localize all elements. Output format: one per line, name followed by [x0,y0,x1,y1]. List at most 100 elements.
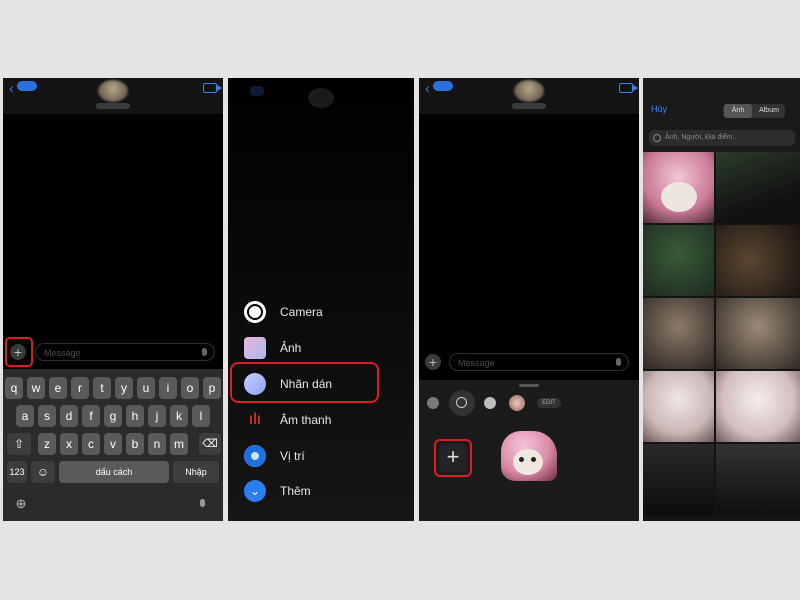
key-n[interactable]: n [148,433,166,455]
more-icon: ⌄ [244,480,266,502]
menu-label-photos: Ảnh [280,341,302,355]
back-button[interactable]: ‹ [425,81,430,95]
globe-icon[interactable]: ⊕ [13,493,29,515]
keyboard: qwertyuiop asdfghjkl zxcvbnm ⇧ ⌫ 123 ☺ d… [3,369,223,521]
photos-albums-segmented-control: Ảnh Album [723,104,785,118]
sticker-drawer: EDIT + [419,380,639,521]
mic-icon[interactable] [616,358,621,366]
plus-button[interactable]: + [425,354,441,370]
photo-search-input[interactable]: Ảnh, Người, Địa điểm... [649,130,795,146]
key-q[interactable]: q [5,377,23,399]
keyboard-row-1: qwertyuiop [3,377,223,399]
emoji-icon[interactable] [484,397,496,409]
photo-thumbnail[interactable] [643,298,714,369]
menu-item-location[interactable]: Vị trí [244,444,305,468]
key-r[interactable]: r [71,377,89,399]
menu-label-location: Vị trí [280,449,305,463]
menu-label-camera: Camera [280,305,323,319]
key-z[interactable]: z [38,433,56,455]
unread-badge [17,81,37,91]
key-t[interactable]: t [93,377,111,399]
recents-icon[interactable] [427,397,439,409]
photo-thumbnail[interactable] [643,444,714,515]
camera-icon [244,301,266,323]
keyboard-row-3: zxcvbnm [3,433,223,455]
key-x[interactable]: x [60,433,78,455]
key-p[interactable]: p [203,377,221,399]
dictation-icon[interactable] [200,499,205,507]
key-o[interactable]: o [181,377,199,399]
video-call-icon[interactable] [203,83,222,93]
key-y[interactable]: y [115,377,133,399]
sticker-thumbnail-icon[interactable] [509,395,525,411]
segment-photos[interactable]: Ảnh [724,104,752,118]
photo-thumbnail[interactable] [716,444,800,515]
audio-icon: ılı [248,411,262,428]
key-c[interactable]: c [82,433,100,455]
menu-label-more: Thêm [280,484,311,498]
photo-thumbnail[interactable] [716,225,800,296]
key-m[interactable]: m [170,433,188,455]
key-b[interactable]: b [126,433,144,455]
mic-icon[interactable] [202,348,207,356]
conversation-header: ‹ [419,78,639,114]
photo-thumbnail[interactable] [643,152,714,223]
key-a[interactable]: a [16,405,34,427]
menu-label-audio: Âm thanh [280,413,332,427]
key-k[interactable]: k [170,405,188,427]
contact-name[interactable] [96,103,130,109]
key-l[interactable]: l [192,405,210,427]
segment-albums[interactable]: Album [753,104,785,118]
picker-header: Hủy Ảnh Album Ảnh, Người, Địa điểm... [643,78,800,158]
contact-name[interactable] [512,103,546,109]
contact-avatar[interactable] [98,80,128,102]
menu-item-audio[interactable]: ılı Âm thanh [244,408,332,432]
key-f[interactable]: f [82,405,100,427]
photo-thumbnail[interactable] [643,371,714,442]
sticker-item[interactable] [499,427,557,485]
shift-key[interactable]: ⇧ [7,433,31,455]
photo-picker-panel: Hủy Ảnh Album Ảnh, Người, Địa điểm... [643,78,800,521]
photo-thumbnail[interactable] [643,225,714,296]
emoji-key[interactable]: ☺ [31,461,55,483]
sticker-drawer-panel: ‹ + Message EDIT + [419,78,639,521]
location-icon [244,445,266,467]
key-w[interactable]: w [27,377,45,399]
message-input[interactable]: Message [35,343,215,361]
space-key[interactable]: dấu cách [59,461,169,483]
key-d[interactable]: d [60,405,78,427]
video-call-icon[interactable] [619,83,638,93]
photo-thumbnail[interactable] [716,298,800,369]
key-g[interactable]: g [104,405,122,427]
photos-icon [244,337,266,359]
return-key[interactable]: Nhập [173,461,219,483]
key-h[interactable]: h [126,405,144,427]
highlight-stickers [230,362,379,403]
back-button-dimmed [250,86,264,96]
highlight-plus-button [5,337,33,367]
back-button[interactable]: ‹ [9,81,14,95]
edit-button[interactable]: EDIT [537,398,561,408]
menu-item-camera[interactable]: Camera [244,300,323,324]
cancel-button[interactable]: Hủy [651,104,667,114]
message-input[interactable]: Message [449,353,629,371]
contact-avatar[interactable] [514,80,544,102]
key-e[interactable]: e [49,377,67,399]
unread-badge [433,81,453,91]
photo-thumbnail[interactable] [716,371,800,442]
menu-item-more[interactable]: ⌄ Thêm [244,479,311,503]
key-j[interactable]: j [148,405,166,427]
drawer-handle[interactable] [519,384,539,387]
delete-key[interactable]: ⌫ [199,433,221,455]
photo-thumbnail[interactable] [716,152,800,223]
key-v[interactable]: v [104,433,122,455]
messages-keyboard-panel: ‹ + Message qwertyuiop asdfghjkl zxcvbnm… [3,78,223,521]
apps-menu-panel: Camera Ảnh Nhãn dán ılı Âm thanh Vị trí … [228,78,414,521]
menu-item-photos[interactable]: Ảnh [244,336,301,360]
sticker-icon [456,397,467,408]
numbers-key[interactable]: 123 [7,461,27,483]
key-u[interactable]: u [137,377,155,399]
keyboard-row-2: asdfghjkl [3,405,223,427]
key-s[interactable]: s [38,405,56,427]
key-i[interactable]: i [159,377,177,399]
